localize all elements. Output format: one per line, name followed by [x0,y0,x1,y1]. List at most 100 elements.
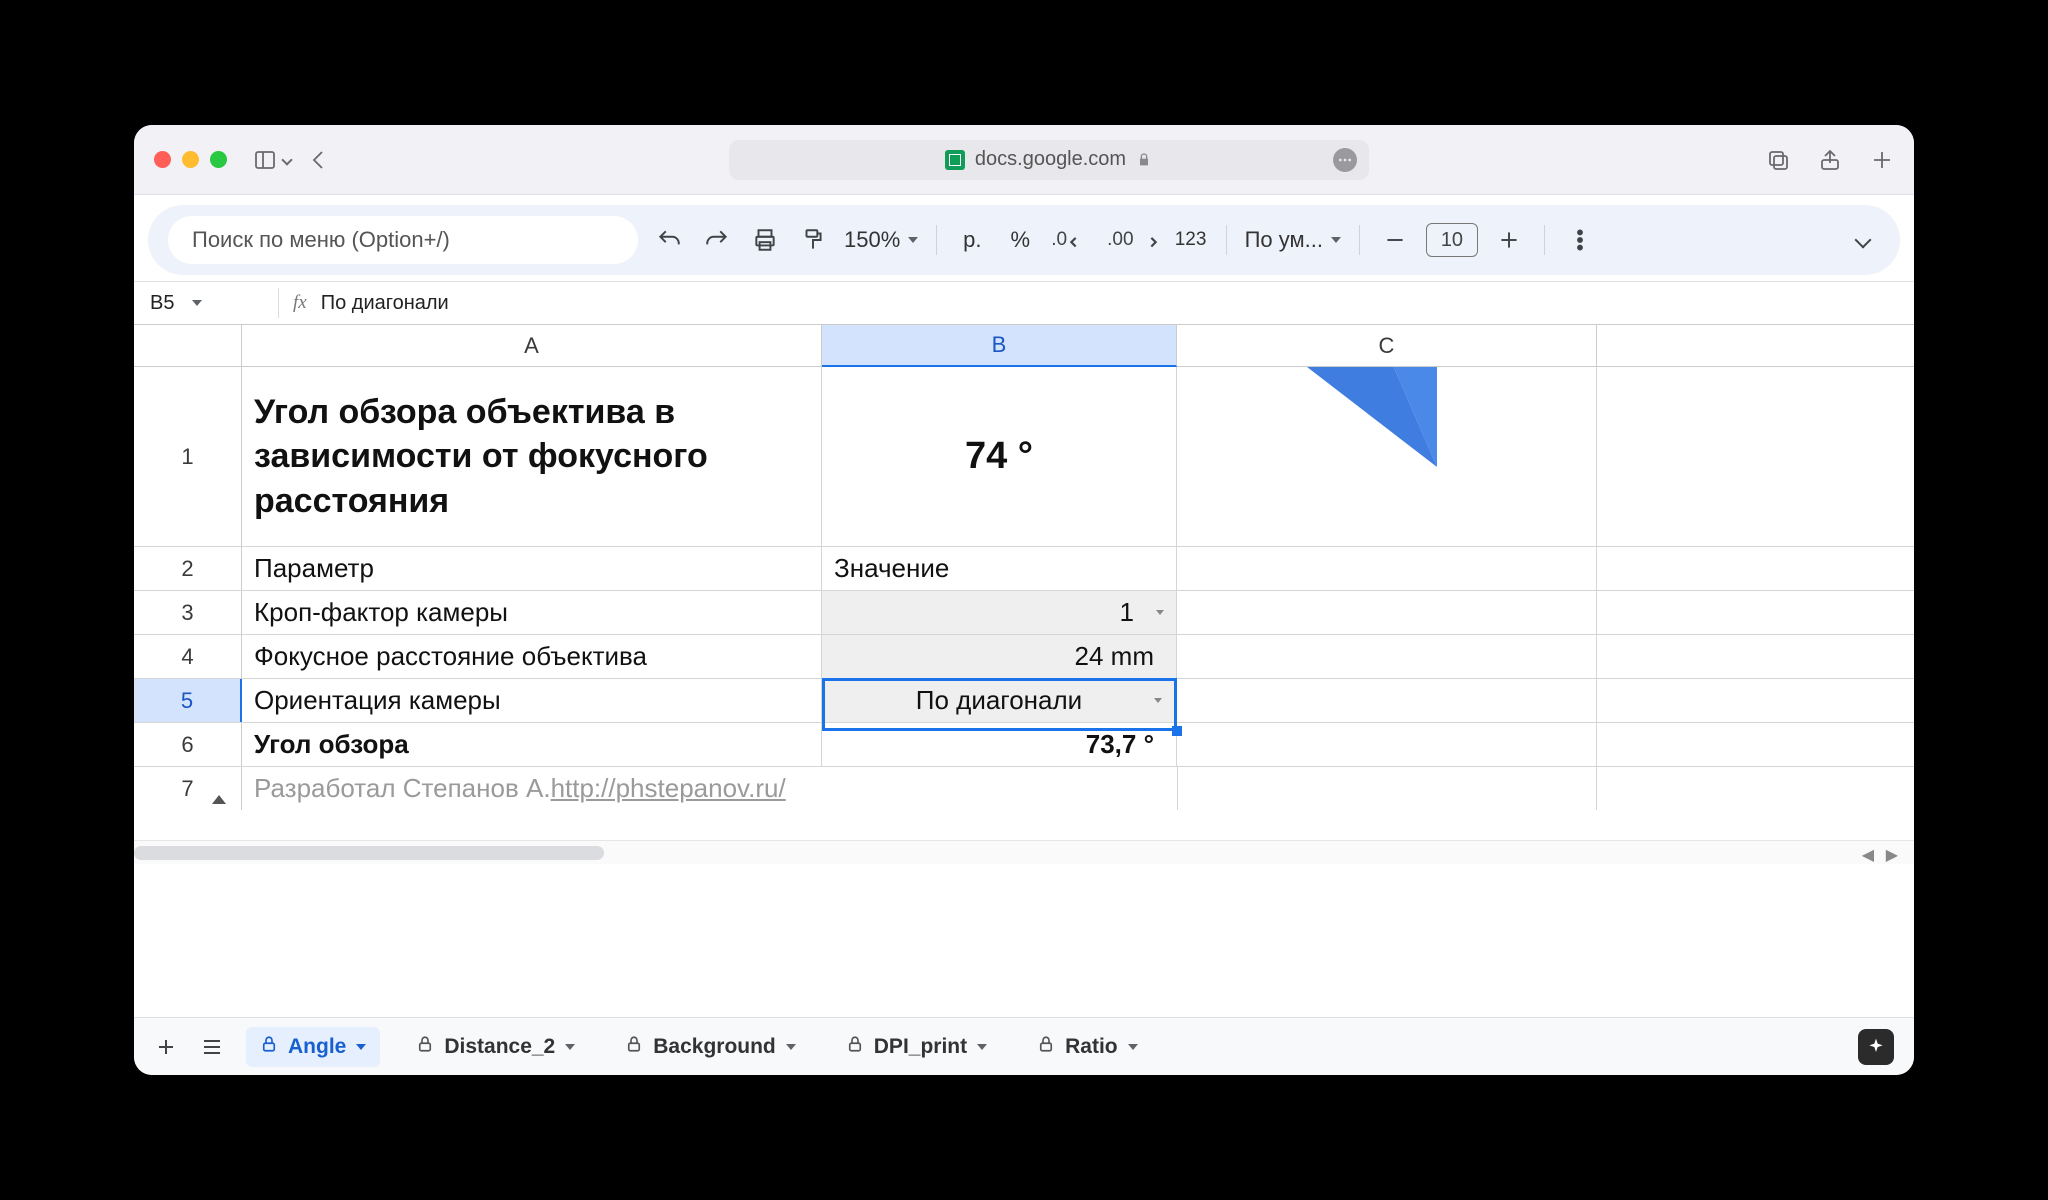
undo-button[interactable] [652,223,686,257]
cell-B2[interactable]: Значение [822,547,1177,590]
cell-C5[interactable] [1177,679,1597,722]
scrollbar-thumb[interactable] [134,846,604,860]
close-window-button[interactable] [154,151,171,168]
address-bar[interactable]: docs.google.com [729,140,1369,180]
column-header-A[interactable]: A [242,325,822,366]
minimize-window-button[interactable] [182,151,199,168]
rows: 1 Угол обзора объектива в зависимости от… [134,367,1914,810]
row-header-3[interactable]: 3 [134,591,242,634]
row-7: 7 Разработал Степанов А. http://phstepan… [134,767,1914,810]
scroll-left-icon[interactable]: ◀ [1862,845,1874,865]
sheet-tab-menu-icon[interactable] [786,1044,796,1050]
font-family-value: По ум... [1245,227,1323,253]
column-header-C[interactable]: C [1177,325,1597,366]
row-6: 6 Угол обзора 73,7 ° [134,723,1914,767]
address-bar-container: docs.google.com [347,140,1750,180]
window-controls [154,151,227,168]
new-tab-button[interactable] [1870,148,1894,172]
row-header-6[interactable]: 6 [134,723,242,766]
cell-B3-value: 1 [834,597,1144,628]
cell-A2[interactable]: Параметр [242,547,822,590]
column-header-B[interactable]: B [822,325,1177,367]
cell-A1[interactable]: Угол обзора объектива в зависимости от ф… [242,367,822,546]
maximize-window-button[interactable] [210,151,227,168]
row-3: 3 Кроп-фактор камеры 1 [134,591,1914,635]
cell-B4[interactable]: 24 mm [822,635,1177,678]
row-4: 4 Фокусное расстояние объектива 24 mm [134,635,1914,679]
cell-B4-value: 24 mm [834,641,1164,672]
sheet-tab-menu-icon[interactable] [1128,1044,1138,1050]
cell-A5[interactable]: Ориентация камеры [242,679,822,722]
cell-A7-prefix: Разработал Степанов А. [254,773,551,804]
row-header-5[interactable]: 5 [134,679,242,722]
row-header-1[interactable]: 1 [134,367,242,546]
cell-C6[interactable] [1177,723,1597,766]
format-currency-button[interactable]: р. [955,223,989,257]
select-all-corner[interactable] [134,325,242,366]
sheet-tab-dpi-print[interactable]: DPI_print [832,1027,1001,1067]
scroll-right-icon[interactable]: ▶ [1886,845,1898,865]
cell-A7-link[interactable]: http://phstepanov.ru/ [551,773,786,804]
back-button[interactable] [307,148,331,172]
redo-button[interactable] [700,223,734,257]
cell-A4[interactable]: Фокусное расстояние объектива [242,635,822,678]
sheet-tab-ratio[interactable]: Ratio [1023,1027,1152,1067]
row-header-4[interactable]: 4 [134,635,242,678]
lock-icon [1136,152,1152,168]
cell-B6[interactable]: 73,7 ° [822,723,1177,766]
row-header-2[interactable]: 2 [134,547,242,590]
cell-C4[interactable] [1177,635,1597,678]
cell-B3[interactable]: 1 [822,591,1177,634]
cell-C7[interactable] [1177,767,1597,810]
more-toolbar-button[interactable] [1563,223,1597,257]
row-1: 1 Угол обзора объектива в зависимости от… [134,367,1914,547]
tab-overview-button[interactable] [1766,148,1790,172]
active-cell-ref: B5 [150,292,174,315]
sheet-tab-background[interactable]: Background [611,1027,810,1067]
sheet-tab-menu-icon[interactable] [565,1044,575,1050]
cell-A7[interactable]: Разработал Степанов А. http://phstepanov… [242,767,1177,810]
increase-decimal-button[interactable]: .00 [1107,223,1159,257]
cell-A3[interactable]: Кроп-фактор камеры [242,591,822,634]
sheet-tab-distance2[interactable]: Distance_2 [402,1027,589,1067]
font-size-input[interactable]: 10 [1426,223,1478,257]
menu-search-input[interactable]: Поиск по меню (Option+/) [168,216,638,264]
add-sheet-button[interactable] [154,1035,178,1059]
cell-C1[interactable] [1177,367,1597,546]
collapse-toolbar-button[interactable] [1846,223,1880,257]
site-menu-button[interactable] [1333,148,1357,172]
cell-B1[interactable]: 74 ° [822,367,1177,546]
cell-C2[interactable] [1177,547,1597,590]
row-2: 2 Параметр Значение [134,547,1914,591]
font-size-decrease-button[interactable] [1378,223,1412,257]
lock-icon [260,1035,278,1059]
decrease-decimal-button[interactable]: .0 [1051,223,1093,257]
sheet-tab-menu-icon[interactable] [356,1044,366,1050]
zoom-dropdown[interactable]: 150% [844,227,918,253]
all-sheets-button[interactable] [200,1035,224,1059]
explore-button[interactable] [1858,1029,1894,1065]
separator [936,225,937,255]
horizontal-scrollbar[interactable]: ◀ ▶ [134,840,1914,864]
cell-B5[interactable]: По диагонали [822,679,1177,722]
sheet-tab-angle[interactable]: Angle [246,1027,380,1067]
expand-rows-button[interactable] [212,795,226,804]
font-size-increase-button[interactable] [1492,223,1526,257]
selection-fill-handle[interactable] [1172,726,1182,736]
separator [278,288,279,318]
cell-C3[interactable] [1177,591,1597,634]
sidebar-toggle-button[interactable] [253,148,291,172]
formula-input[interactable]: По диагонали [321,292,449,315]
font-family-dropdown[interactable]: По ум... [1245,227,1341,253]
separator [1359,225,1360,255]
share-button[interactable] [1818,148,1842,172]
dropdown-icon[interactable] [1156,610,1164,615]
cell-A6[interactable]: Угол обзора [242,723,822,766]
print-button[interactable] [748,223,782,257]
more-formats-button[interactable]: 123 [1174,223,1208,257]
name-box[interactable]: B5 [144,292,264,315]
paint-format-button[interactable] [796,223,830,257]
format-percent-button[interactable]: % [1003,223,1037,257]
dropdown-icon[interactable] [1154,698,1162,703]
sheet-tab-menu-icon[interactable] [977,1044,987,1050]
